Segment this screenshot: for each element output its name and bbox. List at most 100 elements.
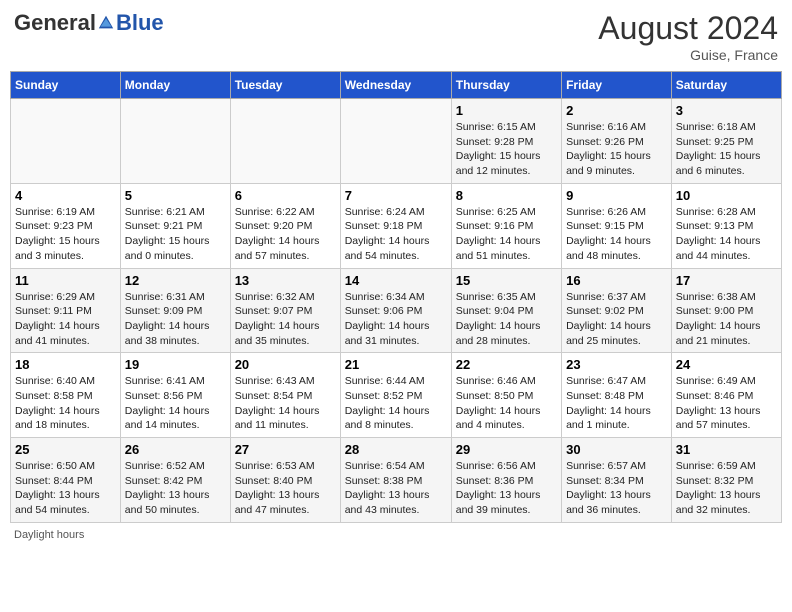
day-number: 8 <box>456 188 557 203</box>
day-number: 11 <box>15 273 116 288</box>
day-info: Sunrise: 6:37 AMSunset: 9:02 PMDaylight:… <box>566 290 667 349</box>
calendar-cell: 31 Sunrise: 6:59 AMSunset: 8:32 PMDayligh… <box>671 438 781 523</box>
day-number: 27 <box>235 442 336 457</box>
month-year: August 2024 <box>598 10 778 47</box>
day-info: Sunrise: 6:46 AMSunset: 8:50 PMDaylight:… <box>456 374 557 433</box>
day-number: 9 <box>566 188 667 203</box>
day-number: 28 <box>345 442 447 457</box>
calendar-week-row: 18Sunrise: 6:40 AMSunset: 8:58 PMDayligh… <box>11 353 782 438</box>
calendar-cell: 23 Sunrise: 6:47 AMSunset: 8:48 PMDayligh… <box>562 353 672 438</box>
calendar-cell: 22 Sunrise: 6:46 AMSunset: 8:50 PMDayligh… <box>451 353 561 438</box>
day-number: 4 <box>15 188 116 203</box>
day-info: Sunrise: 6:41 AMSunset: 8:56 PMDaylight:… <box>125 374 226 433</box>
day-info: Sunrise: 6:52 AMSunset: 8:42 PMDaylight:… <box>125 459 226 518</box>
logo: General Blue <box>14 10 164 36</box>
calendar-day-header: Monday <box>120 72 230 99</box>
day-info: Sunrise: 6:24 AMSunset: 9:18 PMDaylight:… <box>345 205 447 264</box>
calendar-cell: 19Sunrise: 6:41 AMSunset: 8:56 PMDayligh… <box>120 353 230 438</box>
day-info: Sunrise: 6:19 AMSunset: 9:23 PMDaylight:… <box>15 205 116 264</box>
calendar-cell: 12 Sunrise: 6:31 AMSunset: 9:09 PMDayligh… <box>120 268 230 353</box>
calendar-week-row: 4 Sunrise: 6:19 AMSunset: 9:23 PMDaylight… <box>11 183 782 268</box>
day-info: Sunrise: 6:15 AMSunset: 9:28 PMDaylight:… <box>456 120 557 179</box>
calendar-cell: 10 Sunrise: 6:28 AMSunset: 9:13 PMDayligh… <box>671 183 781 268</box>
day-info: Sunrise: 6:57 AMSunset: 8:34 PMDaylight:… <box>566 459 667 518</box>
day-info: Sunrise: 6:43 AMSunset: 8:54 PMDaylight:… <box>235 374 336 433</box>
day-info: Sunrise: 6:16 AMSunset: 9:26 PMDaylight:… <box>566 120 667 179</box>
calendar-cell: 4 Sunrise: 6:19 AMSunset: 9:23 PMDaylight… <box>11 183 121 268</box>
day-info: Sunrise: 6:34 AMSunset: 9:06 PMDaylight:… <box>345 290 447 349</box>
calendar-cell: 6Sunrise: 6:22 AMSunset: 9:20 PMDaylight… <box>230 183 340 268</box>
day-info: Sunrise: 6:21 AMSunset: 9:21 PMDaylight:… <box>125 205 226 264</box>
calendar-day-header: Friday <box>562 72 672 99</box>
calendar-cell: 27 Sunrise: 6:53 AMSunset: 8:40 PMDayligh… <box>230 438 340 523</box>
day-number: 30 <box>566 442 667 457</box>
calendar-cell: 24Sunrise: 6:49 AMSunset: 8:46 PMDayligh… <box>671 353 781 438</box>
calendar-cell: 3Sunrise: 6:18 AMSunset: 9:25 PMDaylight… <box>671 99 781 184</box>
location: Guise, France <box>598 47 778 63</box>
day-info: Sunrise: 6:28 AMSunset: 9:13 PMDaylight:… <box>676 205 777 264</box>
day-number: 25 <box>15 442 116 457</box>
calendar-day-header: Thursday <box>451 72 561 99</box>
title-block: August 2024 Guise, France <box>598 10 778 63</box>
day-info: Sunrise: 6:40 AMSunset: 8:58 PMDaylight:… <box>15 374 116 433</box>
day-number: 22 <box>456 357 557 372</box>
day-number: 10 <box>676 188 777 203</box>
day-info: Sunrise: 6:49 AMSunset: 8:46 PMDaylight:… <box>676 374 777 433</box>
calendar-cell: 26 Sunrise: 6:52 AMSunset: 8:42 PMDayligh… <box>120 438 230 523</box>
calendar-cell <box>230 99 340 184</box>
day-number: 29 <box>456 442 557 457</box>
day-number: 26 <box>125 442 226 457</box>
calendar-cell: 9 Sunrise: 6:26 AMSunset: 9:15 PMDaylight… <box>562 183 672 268</box>
calendar-cell: 17Sunrise: 6:38 AMSunset: 9:00 PMDayligh… <box>671 268 781 353</box>
day-number: 12 <box>125 273 226 288</box>
calendar-cell: 5 Sunrise: 6:21 AMSunset: 9:21 PMDaylight… <box>120 183 230 268</box>
calendar-cell: 13 Sunrise: 6:32 AMSunset: 9:07 PMDayligh… <box>230 268 340 353</box>
calendar-cell: 15Sunrise: 6:35 AMSunset: 9:04 PMDayligh… <box>451 268 561 353</box>
day-number: 31 <box>676 442 777 457</box>
calendar-week-row: 11 Sunrise: 6:29 AMSunset: 9:11 PMDayligh… <box>11 268 782 353</box>
calendar-cell: 2Sunrise: 6:16 AMSunset: 9:26 PMDaylight… <box>562 99 672 184</box>
calendar-day-header: Saturday <box>671 72 781 99</box>
day-info: Sunrise: 6:56 AMSunset: 8:36 PMDaylight:… <box>456 459 557 518</box>
logo-icon <box>97 14 115 32</box>
calendar-cell: 25 Sunrise: 6:50 AMSunset: 8:44 PMDayligh… <box>11 438 121 523</box>
logo-blue: Blue <box>116 10 164 36</box>
calendar-cell: 21Sunrise: 6:44 AMSunset: 8:52 PMDayligh… <box>340 353 451 438</box>
day-number: 13 <box>235 273 336 288</box>
day-info: Sunrise: 6:26 AMSunset: 9:15 PMDaylight:… <box>566 205 667 264</box>
day-info: Sunrise: 6:32 AMSunset: 9:07 PMDaylight:… <box>235 290 336 349</box>
day-number: 16 <box>566 273 667 288</box>
day-info: Sunrise: 6:59 AMSunset: 8:32 PMDaylight:… <box>676 459 777 518</box>
day-number: 23 <box>566 357 667 372</box>
day-info: Sunrise: 6:31 AMSunset: 9:09 PMDaylight:… <box>125 290 226 349</box>
day-info: Sunrise: 6:29 AMSunset: 9:11 PMDaylight:… <box>15 290 116 349</box>
day-number: 7 <box>345 188 447 203</box>
calendar-cell: 16 Sunrise: 6:37 AMSunset: 9:02 PMDayligh… <box>562 268 672 353</box>
calendar-cell: 14 Sunrise: 6:34 AMSunset: 9:06 PMDayligh… <box>340 268 451 353</box>
calendar-day-header: Tuesday <box>230 72 340 99</box>
calendar-day-header: Wednesday <box>340 72 451 99</box>
daylight-label: Daylight hours <box>14 529 84 541</box>
calendar-cell: 29 Sunrise: 6:56 AMSunset: 8:36 PMDayligh… <box>451 438 561 523</box>
calendar-cell: 7 Sunrise: 6:24 AMSunset: 9:18 PMDaylight… <box>340 183 451 268</box>
day-info: Sunrise: 6:54 AMSunset: 8:38 PMDaylight:… <box>345 459 447 518</box>
day-number: 20 <box>235 357 336 372</box>
calendar-cell <box>120 99 230 184</box>
calendar-day-header: Sunday <box>11 72 121 99</box>
calendar-cell: 1 Sunrise: 6:15 AMSunset: 9:28 PMDaylight… <box>451 99 561 184</box>
day-info: Sunrise: 6:35 AMSunset: 9:04 PMDaylight:… <box>456 290 557 349</box>
day-number: 6 <box>235 188 336 203</box>
day-info: Sunrise: 6:50 AMSunset: 8:44 PMDaylight:… <box>15 459 116 518</box>
calendar-cell: 30 Sunrise: 6:57 AMSunset: 8:34 PMDayligh… <box>562 438 672 523</box>
day-number: 14 <box>345 273 447 288</box>
logo-text: General Blue <box>14 10 164 36</box>
calendar-week-row: 25 Sunrise: 6:50 AMSunset: 8:44 PMDayligh… <box>11 438 782 523</box>
calendar-cell: 11 Sunrise: 6:29 AMSunset: 9:11 PMDayligh… <box>11 268 121 353</box>
day-info: Sunrise: 6:47 AMSunset: 8:48 PMDaylight:… <box>566 374 667 433</box>
day-number: 1 <box>456 103 557 118</box>
day-info: Sunrise: 6:53 AMSunset: 8:40 PMDaylight:… <box>235 459 336 518</box>
calendar-cell <box>11 99 121 184</box>
day-number: 5 <box>125 188 226 203</box>
calendar-cell: 20 Sunrise: 6:43 AMSunset: 8:54 PMDayligh… <box>230 353 340 438</box>
day-number: 21 <box>345 357 447 372</box>
